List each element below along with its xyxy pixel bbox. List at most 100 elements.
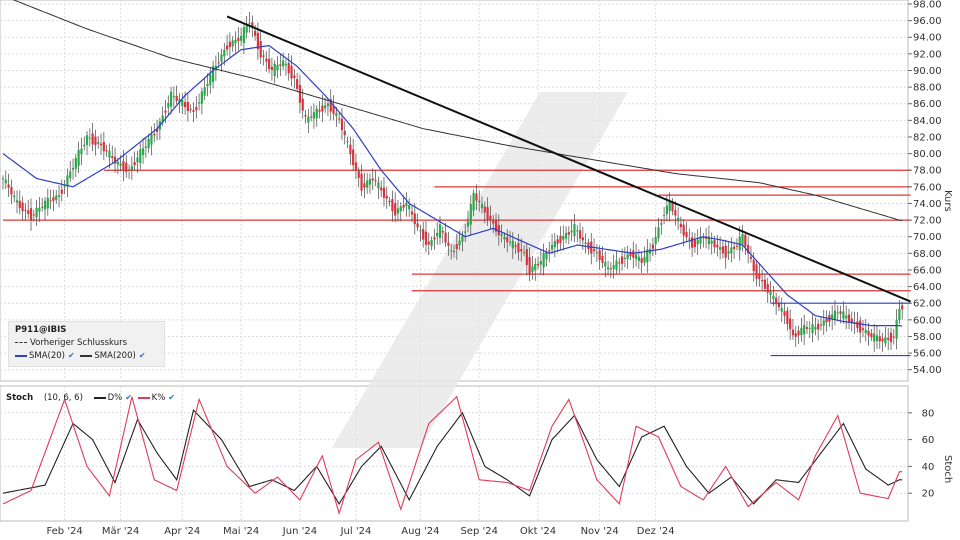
candle-body	[276, 64, 279, 71]
candle-body	[352, 149, 355, 166]
candle-body	[301, 98, 304, 111]
candle-body	[685, 231, 688, 238]
candle-body	[752, 260, 755, 272]
candle-body	[508, 241, 512, 243]
candle-body	[195, 106, 198, 111]
candle-body	[716, 244, 719, 248]
candle-body	[391, 199, 394, 212]
candle-body	[102, 142, 105, 152]
candle-body	[175, 95, 178, 101]
candle-body	[489, 215, 492, 221]
candle-body	[293, 75, 296, 79]
candle-body	[721, 246, 725, 254]
stoch-params: (10, 6, 6)	[43, 393, 83, 403]
candle-body	[408, 205, 411, 210]
candle-body	[822, 320, 825, 326]
candle-body	[576, 230, 579, 232]
candle-body	[478, 200, 481, 203]
candle-body	[130, 166, 133, 171]
candle-body	[564, 233, 568, 239]
sma20-toggle-icon[interactable]: ✔	[68, 351, 75, 360]
candle-body	[455, 244, 458, 250]
candle-body	[761, 280, 764, 282]
stoch-panel-frame	[0, 385, 909, 522]
candle-body	[234, 39, 237, 44]
candle-body	[66, 175, 69, 187]
candle-body	[733, 246, 736, 249]
candle-body	[240, 35, 243, 41]
price-tick-label: 54.00	[913, 365, 942, 376]
candle-body	[380, 187, 383, 191]
candle-body	[310, 116, 313, 118]
candle-body	[99, 143, 103, 146]
candle-body	[63, 185, 66, 187]
candle-body	[735, 245, 739, 247]
candle-body	[842, 311, 845, 319]
candle-body	[584, 242, 587, 244]
candle-body	[814, 327, 817, 330]
candle-body	[119, 163, 122, 166]
candle-body	[108, 150, 111, 158]
stoch-tick-label: 40	[922, 462, 935, 473]
sma200-toggle-icon[interactable]: ✔	[139, 351, 146, 360]
candle-body	[326, 103, 330, 107]
candle-body	[772, 295, 775, 299]
legend-sma20-label: SMA(20)	[29, 351, 65, 361]
candle-body	[150, 134, 153, 145]
candle-body	[730, 247, 733, 254]
candle-body	[665, 205, 668, 215]
candle-body	[55, 195, 58, 201]
price-tick-label: 72.00	[913, 216, 942, 227]
candle-body	[340, 118, 344, 131]
candle-body	[29, 208, 33, 221]
d-toggle-icon[interactable]: ✔	[125, 393, 132, 402]
candle-body	[503, 236, 506, 240]
candle-body	[676, 217, 680, 222]
candle-body	[321, 105, 324, 112]
candle-body	[559, 235, 562, 243]
price-axis-title: Kurs	[942, 190, 953, 212]
candle-body	[581, 237, 584, 241]
candle-body	[727, 251, 730, 254]
candle-body	[615, 260, 618, 270]
candle-body	[69, 171, 72, 179]
price-tick-label: 84.00	[913, 116, 942, 127]
candle-body	[402, 204, 405, 208]
price-tick-label: 94.00	[913, 33, 942, 44]
legend-prev-close-label: Vorheriger Schlusskurs	[30, 338, 128, 348]
candle-body	[382, 187, 386, 198]
candle-body	[472, 192, 475, 211]
candle-body	[4, 179, 7, 184]
candle-body	[744, 234, 747, 247]
month-label: Feb '24	[46, 526, 82, 537]
candle-body	[845, 315, 848, 319]
candle-body	[901, 305, 904, 310]
candle-body	[318, 109, 321, 112]
candle-body	[592, 249, 596, 252]
candle-body	[270, 66, 274, 71]
candle-body	[724, 245, 727, 258]
month-label: Sep '24	[460, 526, 498, 537]
candle-body	[769, 291, 772, 295]
candle-body	[741, 233, 744, 245]
candle-body	[805, 327, 809, 329]
candle-body	[556, 239, 559, 244]
candle-body	[520, 249, 523, 252]
candle-body	[791, 329, 795, 336]
price-tick-label: 68.00	[913, 249, 942, 260]
candle-body	[578, 230, 582, 239]
candle-body	[18, 200, 21, 209]
candle-body	[290, 65, 293, 79]
candle-body	[438, 224, 442, 238]
candle-body	[60, 189, 63, 194]
candle-body	[46, 197, 49, 209]
candle-body	[416, 223, 419, 228]
candle-body	[279, 64, 282, 66]
sma200-swatch-icon	[80, 354, 93, 357]
legend-sma: SMA(20) ✔ SMA(200) ✔	[15, 351, 149, 361]
k-toggle-icon[interactable]: ✔	[168, 393, 175, 402]
candle-body	[228, 41, 232, 47]
candle-body	[430, 239, 433, 247]
candle-body	[223, 49, 226, 57]
candle-body	[660, 223, 663, 225]
